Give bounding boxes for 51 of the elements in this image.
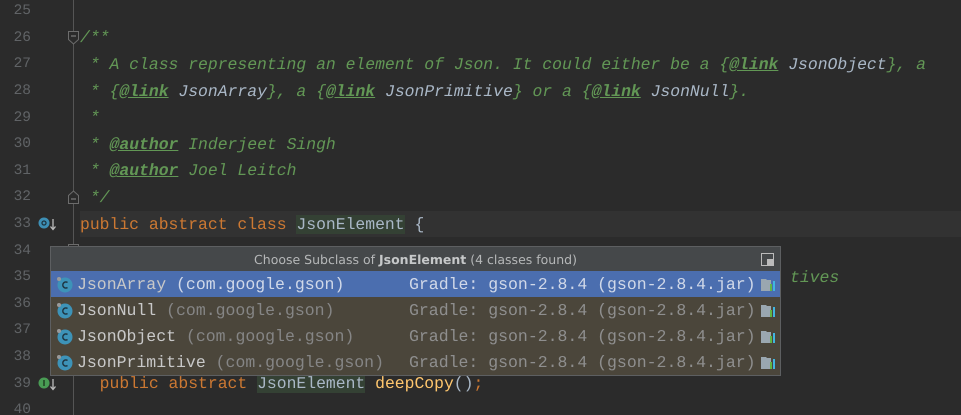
line-number: 30 <box>12 136 31 152</box>
class-name: JsonObject (com.google.gson) <box>77 326 356 346</box>
class-icon <box>56 302 73 318</box>
line-number: 38 <box>12 349 31 366</box>
code-line: */ <box>88 188 110 207</box>
line-number: 39 <box>12 376 31 392</box>
class-option[interactable]: JsonNull (com.google.gson) Gradle: gson-2.8.4 (gson-2.8.4.jar) <box>51 297 780 323</box>
class-icon <box>56 354 73 370</box>
library-icon <box>760 355 777 369</box>
line-number: 33 <box>12 216 31 232</box>
line-number: 29 <box>12 110 31 126</box>
code-line: * @author Joel Leitch <box>88 161 296 180</box>
library-location: Gradle: gson-2.8.4 (gson-2.8.4.jar) <box>409 274 756 294</box>
library-icon <box>760 329 777 343</box>
class-icon <box>56 276 73 292</box>
library-icon <box>760 277 777 291</box>
pin-icon[interactable] <box>761 253 774 266</box>
library-icon <box>760 303 777 317</box>
library-location: Gradle: gson-2.8.4 (gson-2.8.4.jar) <box>409 352 756 372</box>
line-number: 36 <box>12 296 31 312</box>
fold-icon[interactable] <box>66 190 80 205</box>
line-number: 35 <box>12 269 31 286</box>
line-number: 37 <box>12 322 31 338</box>
fold-icon[interactable] <box>66 30 80 46</box>
class-option[interactable]: JsonObject (com.google.gson) Gradle: gson-2.8.4 (gson-2.8.4.jar) <box>51 323 780 349</box>
class-option[interactable]: JsonPrimitive (com.google.gson) Gradle: gson-2.8.4 (gson-2.8.4.jar) <box>51 349 780 375</box>
line-number: 27 <box>12 56 31 72</box>
code-line: * {@link JsonArray}, a {@link JsonPrimitive} or a {@link JsonNull}. <box>88 82 749 101</box>
class-option[interactable]: JsonArray (com.google.gson) Gradle: gson-2.8.4 (gson-2.8.4.jar) <box>51 271 780 297</box>
code-line: public abstract class JsonElement { <box>80 214 424 234</box>
line-number: 34 <box>12 242 31 259</box>
class-name: JsonPrimitive (com.google.gson) <box>77 352 385 372</box>
code-line: * @author Inderjeet Singh <box>88 134 336 154</box>
class-name: JsonArray (com.google.gson) <box>77 274 346 294</box>
code-line: * <box>88 108 100 128</box>
class-name: JsonNull (com.google.gson) <box>77 300 336 320</box>
popup-title: Choose Subclass of JsonElement (4 classes found) <box>254 252 577 266</box>
library-location: Gradle: gson-2.8.4 (gson-2.8.4.jar) <box>409 326 756 346</box>
line-number: 25 <box>12 3 31 20</box>
line-number: 32 <box>12 189 31 206</box>
code-line: * A class representing an element of Json. It could either be a {@link JsonObject}, a <box>88 54 926 74</box>
line-number: 28 <box>12 83 31 100</box>
library-location: Gradle: gson-2.8.4 (gson-2.8.4.jar) <box>409 300 756 320</box>
code-line: /** <box>80 28 110 48</box>
code-line: tives <box>790 268 840 287</box>
class-icon <box>56 328 73 344</box>
line-number: 26 <box>12 30 31 46</box>
line-number: 40 <box>12 402 31 415</box>
has-subclasses-icon[interactable] <box>38 216 56 232</box>
implements-method-icon[interactable] <box>38 376 56 392</box>
line-number: 31 <box>12 162 31 179</box>
